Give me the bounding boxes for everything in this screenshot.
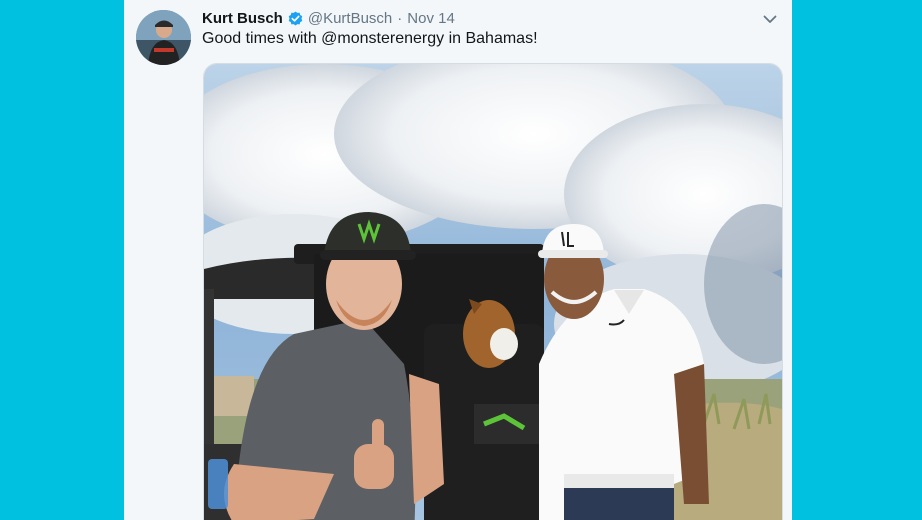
tweet-header: Kurt Busch @KurtBusch · Nov 14: [202, 8, 455, 28]
display-name[interactable]: Kurt Busch: [202, 10, 283, 27]
tweet-date[interactable]: Nov 14: [407, 10, 455, 27]
chevron-down-icon[interactable]: [762, 11, 778, 27]
tweet-photo[interactable]: [203, 63, 783, 520]
user-handle[interactable]: @KurtBusch: [308, 10, 392, 27]
mention-link[interactable]: @monsterenergy: [321, 30, 444, 47]
tweet-text: Good times with @monsterenergy in Bahama…: [202, 30, 538, 48]
tweet-text-suffix: in Bahamas!: [444, 30, 538, 47]
separator: ·: [397, 9, 403, 27]
tweet-card: Kurt Busch @KurtBusch · Nov 14 Good time…: [124, 0, 792, 520]
tweet-text-prefix: Good times with: [202, 30, 322, 47]
avatar[interactable]: [136, 10, 191, 65]
verified-badge-icon: [288, 11, 303, 26]
